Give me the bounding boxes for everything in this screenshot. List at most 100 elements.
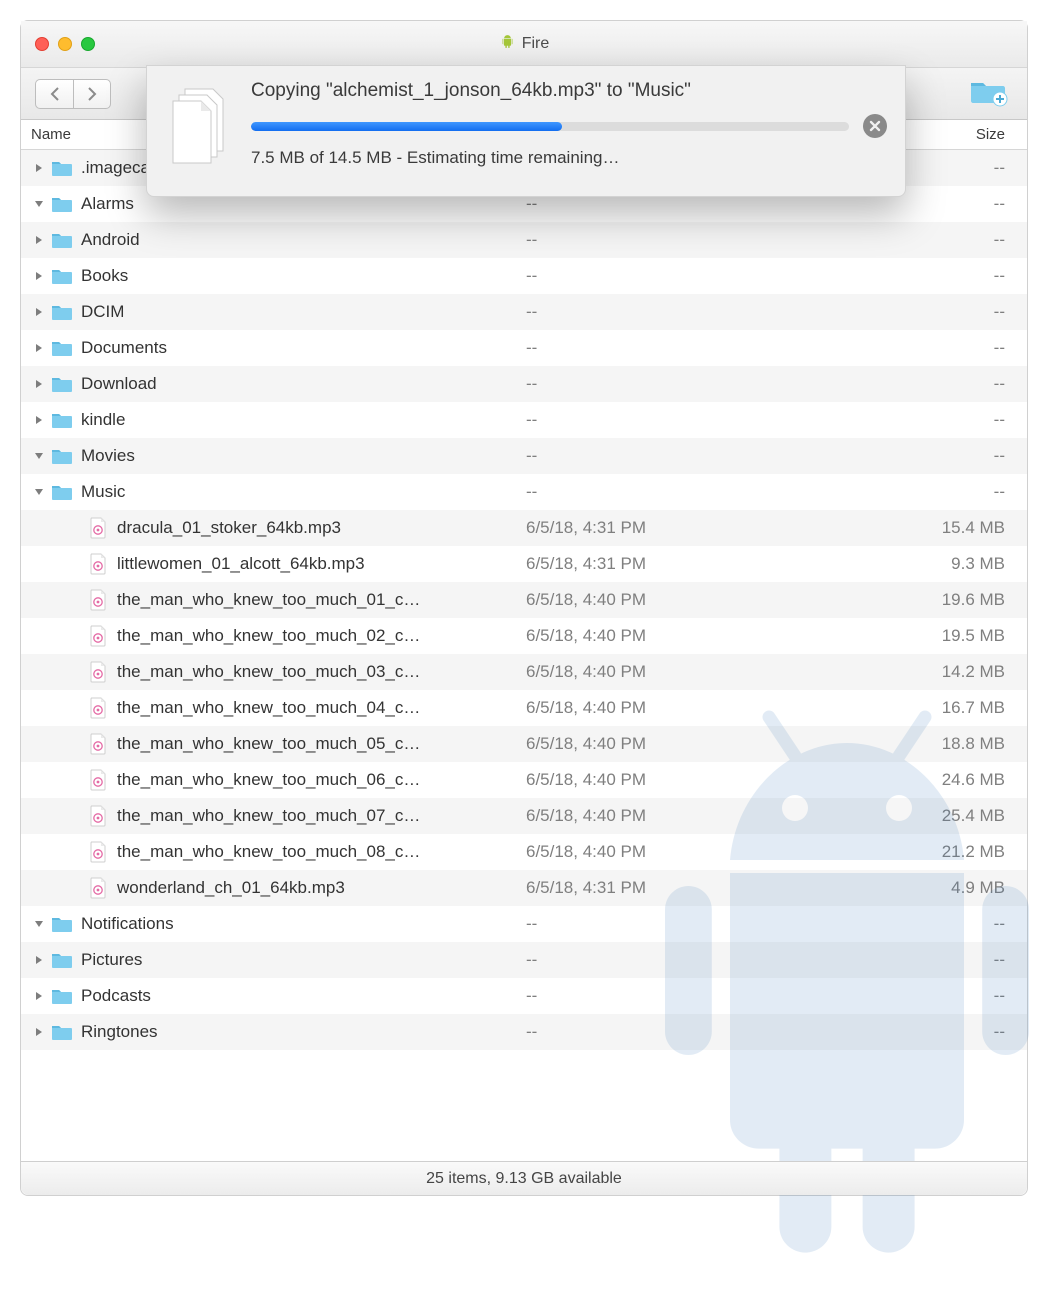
minimize-window-button[interactable] <box>58 37 72 51</box>
folder-icon <box>51 301 73 323</box>
file-date: 6/5/18, 4:31 PM <box>526 518 881 538</box>
file-date: -- <box>526 482 881 502</box>
file-row[interactable]: Download---- <box>21 366 1027 402</box>
folder-icon <box>51 481 73 503</box>
forward-button[interactable] <box>73 79 111 109</box>
file-size: 21.2 MB <box>881 842 1027 862</box>
audio-file-icon <box>87 625 109 647</box>
back-button[interactable] <box>35 79 73 109</box>
file-row[interactable]: the_man_who_knew_too_much_08_c…6/5/18, 4… <box>21 834 1027 870</box>
file-row[interactable]: dracula_01_stoker_64kb.mp36/5/18, 4:31 P… <box>21 510 1027 546</box>
file-date: 6/5/18, 4:31 PM <box>526 878 881 898</box>
file-name: wonderland_ch_01_64kb.mp3 <box>117 878 345 898</box>
file-size: 16.7 MB <box>881 698 1027 718</box>
file-row[interactable]: Music---- <box>21 474 1027 510</box>
audio-file-icon <box>87 841 109 863</box>
file-row[interactable]: the_man_who_knew_too_much_07_c… 6/5/18, 4… <box>21 798 1027 834</box>
nav-buttons <box>35 79 111 109</box>
disclosure-triangle-icon[interactable] <box>31 160 47 176</box>
file-date: -- <box>526 230 881 250</box>
zoom-window-button[interactable] <box>81 37 95 51</box>
file-date: -- <box>526 446 881 466</box>
file-row[interactable]: the_man_who_knew_too_much_01_c…6/5/18, 4… <box>21 582 1027 618</box>
file-size: 4.9 MB <box>881 878 1027 898</box>
file-name: Download <box>81 374 157 394</box>
folder-icon <box>51 373 73 395</box>
file-name: DCIM <box>81 302 124 322</box>
audio-file-icon <box>87 517 109 539</box>
file-row[interactable]: littlewomen_01_alcott_64kb.mp36/5/18, 4:… <box>21 546 1027 582</box>
file-row[interactable]: the_man_who_knew_too_much_05_c…6/5/18, 4… <box>21 726 1027 762</box>
file-date: 6/5/18, 4:40 PM <box>526 698 881 718</box>
disclosure-triangle-icon[interactable] <box>31 952 47 968</box>
disclosure-spacer <box>67 772 83 788</box>
folder-icon <box>51 265 73 287</box>
disclosure-triangle-icon[interactable] <box>31 916 47 932</box>
audio-file-icon <box>87 553 109 575</box>
file-date: 6/5/18, 4:40 PM <box>526 842 881 862</box>
file-size: 15.4 MB <box>881 518 1027 538</box>
file-size: -- <box>881 230 1027 250</box>
disclosure-triangle-icon[interactable] <box>31 448 47 464</box>
file-name: the_man_who_knew_too_much_06_c… <box>117 770 420 790</box>
folder-icon <box>51 229 73 251</box>
disclosure-spacer <box>67 736 83 752</box>
file-date: -- <box>526 950 881 970</box>
file-size: -- <box>881 986 1027 1006</box>
file-row[interactable]: the_man_who_knew_too_much_06_c…6/5/18, 4… <box>21 762 1027 798</box>
file-row[interactable]: Android---- <box>21 222 1027 258</box>
file-size: -- <box>881 950 1027 970</box>
disclosure-triangle-icon[interactable] <box>31 484 47 500</box>
file-size: -- <box>881 446 1027 466</box>
file-size: 19.6 MB <box>881 590 1027 610</box>
disclosure-spacer <box>67 556 83 572</box>
file-row[interactable]: wonderland_ch_01_64kb.mp3 6/5/18, 4:31 PM… <box>21 870 1027 906</box>
status-bar: 25 items, 9.13 GB available <box>21 1161 1027 1195</box>
disclosure-triangle-icon[interactable] <box>31 376 47 392</box>
file-name: Movies <box>81 446 135 466</box>
file-row[interactable]: the_man_who_knew_too_much_03_c… 6/5/18, 4… <box>21 654 1027 690</box>
file-date: 6/5/18, 4:40 PM <box>526 806 881 826</box>
file-size: -- <box>881 194 1027 214</box>
file-row[interactable]: Ringtones---- <box>21 1014 1027 1050</box>
disclosure-spacer <box>67 700 83 716</box>
file-name: the_man_who_knew_too_much_03_c… <box>117 662 420 682</box>
file-row[interactable]: Pictures---- <box>21 942 1027 978</box>
file-date: 6/5/18, 4:40 PM <box>526 734 881 754</box>
file-size: 14.2 MB <box>881 662 1027 682</box>
disclosure-triangle-icon[interactable] <box>31 988 47 1004</box>
file-name: Alarms <box>81 194 134 214</box>
disclosure-triangle-icon[interactable] <box>31 268 47 284</box>
disclosure-triangle-icon[interactable] <box>31 232 47 248</box>
file-row[interactable]: Books---- <box>21 258 1027 294</box>
new-folder-button[interactable] <box>963 74 1013 114</box>
file-row[interactable]: Documents---- <box>21 330 1027 366</box>
file-name: the_man_who_knew_too_much_07_c… <box>117 806 420 826</box>
file-row[interactable]: the_man_who_knew_too_much_02_c…6/5/18, 4… <box>21 618 1027 654</box>
file-date: -- <box>526 194 881 214</box>
file-name: Documents <box>81 338 167 358</box>
disclosure-triangle-icon[interactable] <box>31 304 47 320</box>
file-size: -- <box>881 1022 1027 1042</box>
audio-file-icon <box>87 769 109 791</box>
file-row[interactable]: the_man_who_knew_too_much_04_c…6/5/18, 4… <box>21 690 1027 726</box>
file-row[interactable]: Podcasts---- <box>21 978 1027 1014</box>
file-row[interactable]: Notifications---- <box>21 906 1027 942</box>
audio-file-icon <box>87 877 109 899</box>
file-size: -- <box>881 374 1027 394</box>
file-date: -- <box>526 266 881 286</box>
chevron-left-icon <box>49 87 61 101</box>
file-name: littlewomen_01_alcott_64kb.mp3 <box>117 554 365 574</box>
folder-icon <box>51 1021 73 1043</box>
file-row[interactable]: DCIM---- <box>21 294 1027 330</box>
disclosure-triangle-icon[interactable] <box>31 1024 47 1040</box>
disclosure-triangle-icon[interactable] <box>31 196 47 212</box>
disclosure-spacer <box>67 664 83 680</box>
file-row[interactable]: kindle---- <box>21 402 1027 438</box>
disclosure-triangle-icon[interactable] <box>31 412 47 428</box>
disclosure-triangle-icon[interactable] <box>31 340 47 356</box>
cancel-copy-button[interactable] <box>863 114 887 138</box>
file-date: 6/5/18, 4:40 PM <box>526 662 881 682</box>
file-row[interactable]: Movies ---- <box>21 438 1027 474</box>
close-window-button[interactable] <box>35 37 49 51</box>
